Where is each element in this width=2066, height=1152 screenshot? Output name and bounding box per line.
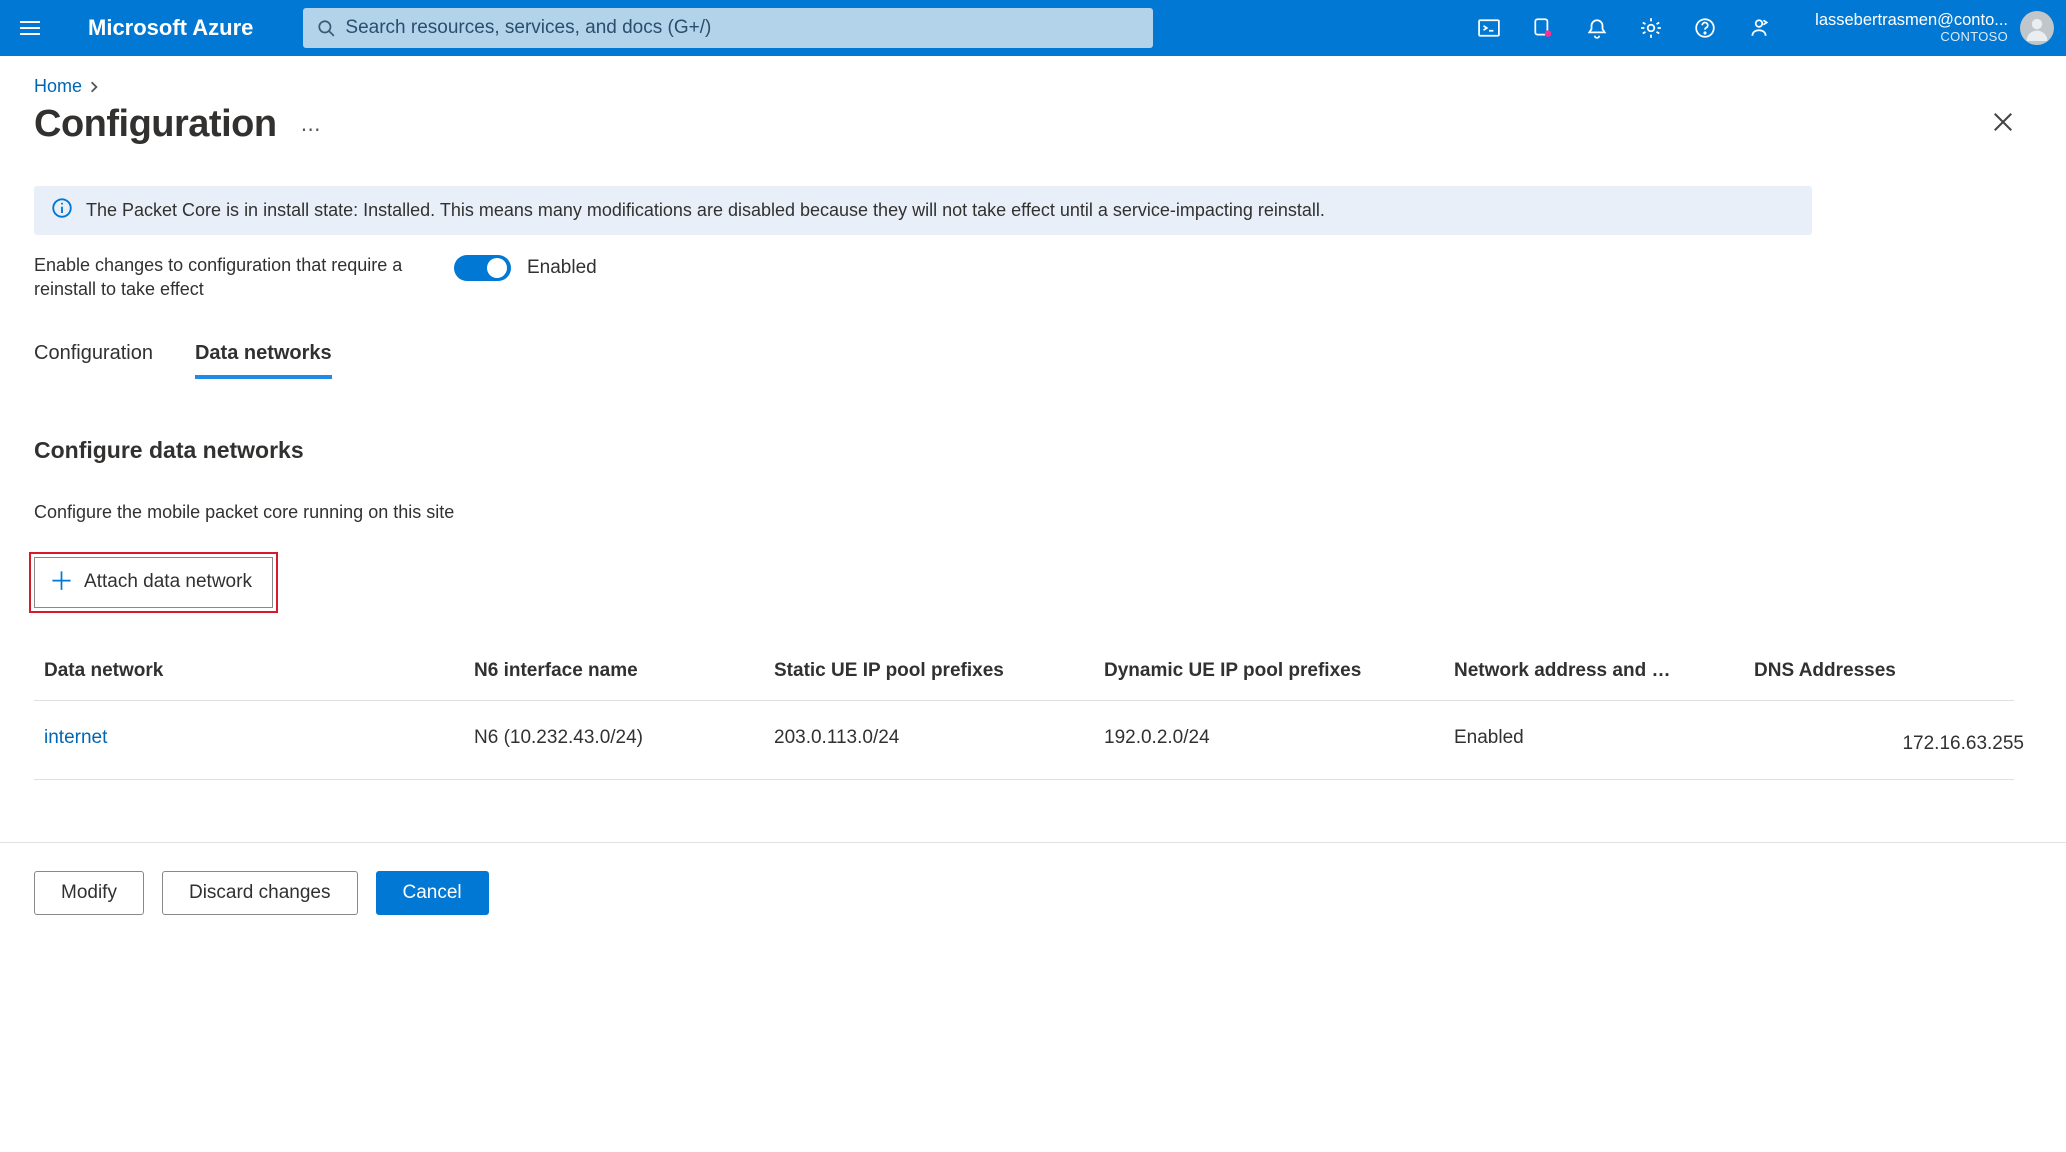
table-header: Data network N6 interface name Static UE… xyxy=(34,650,2014,701)
col-n6[interactable]: N6 interface name xyxy=(474,660,774,682)
col-data-network[interactable]: Data network xyxy=(44,660,474,682)
col-static-pool[interactable]: Static UE IP pool prefixes xyxy=(774,660,1104,682)
account-block[interactable]: lassebertrasmen@conto... CONTOSO xyxy=(1815,11,2054,45)
page-title: Configuration xyxy=(34,103,277,146)
row-static-pool: 203.0.113.0/24 xyxy=(774,727,1104,749)
section-title: Configure data networks xyxy=(34,437,2032,464)
enable-toggle[interactable]: Enabled xyxy=(454,255,597,281)
actions-bar: Modify Discard changes Cancel xyxy=(0,842,2066,943)
global-search[interactable]: Search resources, services, and docs (G+… xyxy=(303,8,1153,48)
menu-icon[interactable] xyxy=(12,13,48,43)
feedback-icon[interactable] xyxy=(1747,16,1771,40)
tab-configuration[interactable]: Configuration xyxy=(34,336,153,379)
search-icon xyxy=(317,19,335,37)
col-network-addr[interactable]: Network address and … xyxy=(1454,660,1754,682)
account-org: CONTOSO xyxy=(1815,30,2008,45)
tabs: Configuration Data networks xyxy=(34,336,2032,379)
close-icon[interactable] xyxy=(1992,111,2014,138)
search-placeholder: Search resources, services, and docs (G+… xyxy=(345,17,711,39)
col-dns[interactable]: DNS Addresses xyxy=(1754,660,2024,682)
data-networks-table: Data network N6 interface name Static UE… xyxy=(34,650,2014,780)
account-text: lassebertrasmen@conto... CONTOSO xyxy=(1815,11,2008,45)
info-text: The Packet Core is in install state: Ins… xyxy=(86,200,1325,221)
row-dns: 172.16.63.255 xyxy=(1754,733,2024,755)
azure-topbar: Microsoft Azure Search resources, servic… xyxy=(0,0,2066,56)
enable-changes-row: Enable changes to configuration that req… xyxy=(34,253,2032,302)
modify-button[interactable]: Modify xyxy=(34,871,144,915)
breadcrumb-home[interactable]: Home xyxy=(34,76,82,97)
info-banner: The Packet Core is in install state: Ins… xyxy=(34,186,1812,235)
attach-data-network-button[interactable]: ＋ Attach data network xyxy=(34,557,273,608)
toggle-state: Enabled xyxy=(527,257,597,279)
col-dynamic-pool[interactable]: Dynamic UE IP pool prefixes xyxy=(1104,660,1454,682)
enable-label: Enable changes to configuration that req… xyxy=(34,253,454,302)
page-header: Configuration ⋯ xyxy=(0,97,2066,146)
tab-data-networks[interactable]: Data networks xyxy=(195,336,332,379)
section-desc: Configure the mobile packet core running… xyxy=(34,502,2032,523)
table-row[interactable]: internet N6 (10.232.43.0/24) 203.0.113.0… xyxy=(34,701,2014,780)
row-network-addr: Enabled xyxy=(1454,727,1754,749)
breadcrumb: Home xyxy=(0,56,2066,97)
toggle-switch[interactable] xyxy=(454,255,511,281)
chevron-right-icon xyxy=(88,81,100,93)
brand[interactable]: Microsoft Azure xyxy=(88,15,253,41)
topbar-tools: lassebertrasmen@conto... CONTOSO xyxy=(1477,11,2054,45)
account-email: lassebertrasmen@conto... xyxy=(1815,11,2008,30)
discard-button[interactable]: Discard changes xyxy=(162,871,358,915)
plus-icon: ＋ xyxy=(49,570,74,595)
cloud-shell-icon[interactable] xyxy=(1477,16,1501,40)
info-icon xyxy=(52,198,72,223)
notifications-icon[interactable] xyxy=(1585,16,1609,40)
help-icon[interactable] xyxy=(1693,16,1717,40)
settings-gear-icon[interactable] xyxy=(1639,16,1663,40)
cancel-button[interactable]: Cancel xyxy=(376,871,489,915)
row-n6: N6 (10.232.43.0/24) xyxy=(474,727,774,749)
copilot-icon[interactable] xyxy=(1531,16,1555,40)
more-actions-icon[interactable]: ⋯ xyxy=(301,117,323,142)
content: The Packet Core is in install state: Ins… xyxy=(0,146,2066,780)
avatar[interactable] xyxy=(2020,11,2054,45)
row-data-network-link[interactable]: internet xyxy=(44,727,474,749)
attach-label: Attach data network xyxy=(84,571,252,593)
row-dynamic-pool: 192.0.2.0/24 xyxy=(1104,727,1454,749)
